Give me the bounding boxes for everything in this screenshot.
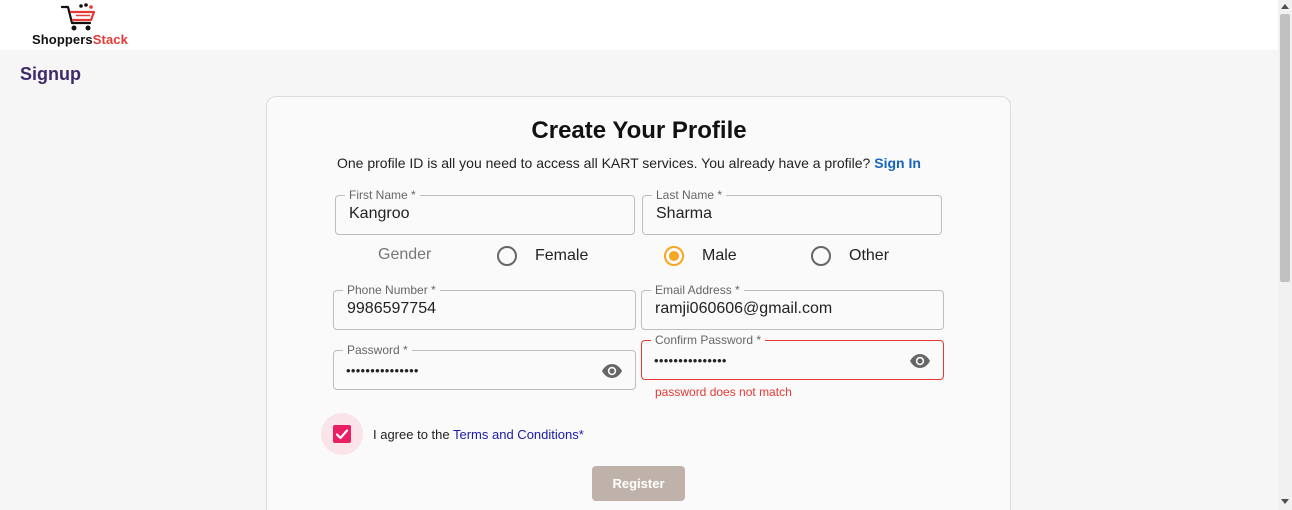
first-name-field[interactable]: First Name * Kangroo <box>335 188 635 235</box>
radio-circle[interactable] <box>497 246 517 266</box>
confirm-password-field[interactable]: Confirm Password * ••••••••••••••• <box>641 333 944 380</box>
email-label: Email Address * <box>651 283 744 297</box>
confirm-password-label: Confirm Password * <box>651 333 766 347</box>
last-name-field[interactable]: Last Name * Sharma <box>642 188 942 235</box>
checkmark-icon <box>335 429 349 440</box>
terms-prefix: I agree to the <box>373 427 453 442</box>
eye-icon[interactable] <box>909 353 931 369</box>
terms-required-mark: * <box>578 427 584 442</box>
sign-in-link[interactable]: Sign In <box>874 155 921 171</box>
scroll-up-icon[interactable] <box>1281 4 1289 9</box>
password-label: Password * <box>343 343 412 357</box>
confirm-password-masked-value: ••••••••••••••• <box>654 353 727 368</box>
page-title: Signup <box>20 64 81 84</box>
terms-and-conditions-link[interactable]: Terms and Conditions <box>453 427 579 442</box>
last-name-value: Sharma <box>656 205 713 222</box>
terms-checkbox[interactable] <box>333 425 351 443</box>
shopping-cart-icon <box>60 3 96 31</box>
phone-number-field[interactable]: Phone Number * 9986597754 <box>333 283 636 330</box>
vertical-scrollbar[interactable] <box>1278 0 1292 510</box>
form-subtext: One profile ID is all you need to access… <box>337 155 921 171</box>
header-bar: ShoppersStack <box>0 0 1278 50</box>
gender-radio-female[interactable]: Female <box>497 245 588 267</box>
shoppersstack-logo[interactable]: ShoppersStack <box>32 3 142 49</box>
phone-number-label: Phone Number * <box>343 283 440 297</box>
form-heading: Create Your Profile <box>531 117 747 144</box>
gender-option-label: Other <box>849 247 890 264</box>
scroll-down-icon[interactable] <box>1281 499 1289 504</box>
gender-radio-male[interactable]: Male <box>664 245 737 267</box>
terms-checkbox-wrapper[interactable] <box>321 413 363 455</box>
terms-agreement-text: I agree to the Terms and Conditions* <box>373 427 584 442</box>
register-button[interactable]: Register <box>592 466 685 501</box>
scrollbar-thumb[interactable] <box>1280 14 1290 282</box>
email-value: ramji060606@gmail.com <box>655 300 833 317</box>
brand-name-part1: Shoppers <box>32 32 93 47</box>
phone-number-value: 9986597754 <box>347 300 436 317</box>
gender-option-label: Female <box>535 247 589 264</box>
gender-radio-other[interactable]: Other <box>811 245 889 267</box>
eye-icon[interactable] <box>601 363 623 379</box>
gender-option-label: Male <box>702 247 737 264</box>
email-field[interactable]: Email Address * ramji060606@gmail.com <box>641 283 944 330</box>
last-name-label: Last Name * <box>652 188 727 202</box>
first-name-label: First Name * <box>345 188 420 202</box>
password-field[interactable]: Password * ••••••••••••••• <box>333 343 636 390</box>
brand-name: ShoppersStack <box>32 32 128 47</box>
brand-name-part2: Stack <box>92 32 128 47</box>
password-mismatch-error: password does not match <box>655 385 792 399</box>
radio-circle-selected[interactable] <box>664 246 684 266</box>
subtext-message: One profile ID is all you need to access… <box>337 155 871 171</box>
gender-label: Gender <box>378 246 432 263</box>
first-name-value: Kangroo <box>349 205 410 222</box>
radio-circle[interactable] <box>811 246 831 266</box>
password-masked-value: ••••••••••••••• <box>346 363 419 378</box>
